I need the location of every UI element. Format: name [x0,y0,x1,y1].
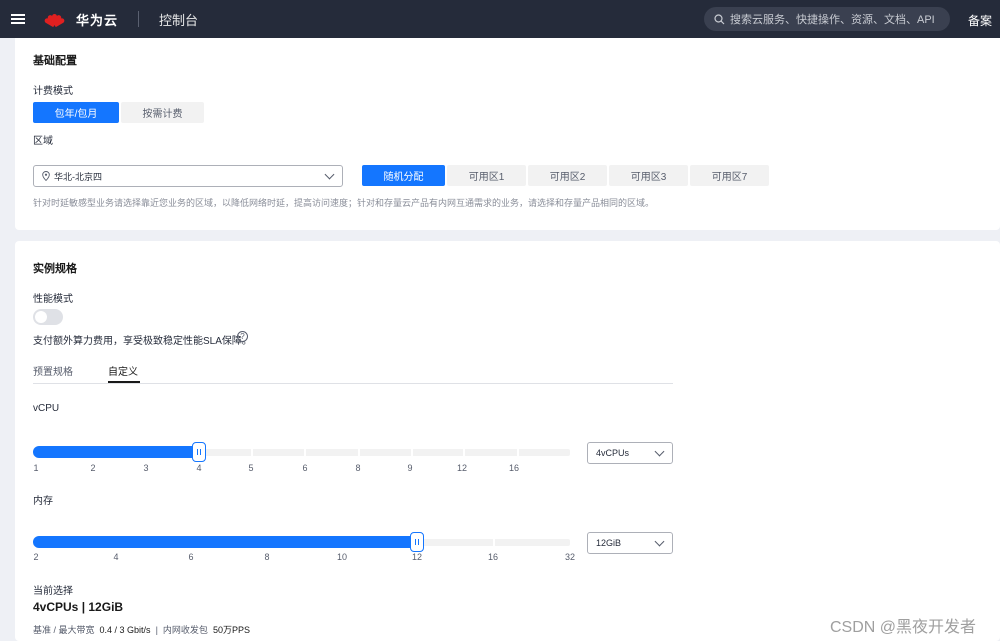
huawei-logo-icon [43,11,66,28]
vcpu-tick-label: 2 [90,463,96,473]
current-selection-value: 4vCPUs | 12GiB [33,600,124,614]
az-random-button[interactable]: 随机分配 [362,165,445,186]
memory-tick-label: 6 [188,552,194,562]
section-title-basic: 基础配置 [33,55,77,67]
vcpu-slider-segment-divider [411,449,413,456]
vcpu-select[interactable]: 4vCPUs [587,442,673,464]
memory-slider-segment-divider [493,539,495,546]
huawei-cloud-logo[interactable]: 华为云 [43,10,119,29]
performance-mode-toggle[interactable] [33,309,63,325]
performance-mode-label: 性能模式 [33,294,73,305]
location-pin-icon [42,171,50,181]
beian-link[interactable]: 备案 [968,12,992,29]
performance-mode-desc: 支付额外算力费用，享受极致稳定性能SLA保障。 [33,336,252,347]
vcpu-slider-segment-divider [304,449,306,456]
vcpu-tick-label: 8 [355,463,361,473]
global-search-input[interactable]: 搜索云服务、快捷操作、资源、文档、API [704,7,950,31]
memory-tick-label: 10 [336,552,348,562]
tab-divider [33,383,673,384]
tab-custom[interactable]: 自定义 [108,363,138,378]
az-3-button[interactable]: 可用区3 [609,165,688,186]
brand-name: 华为云 [76,12,119,28]
search-icon [714,13,725,24]
vcpu-slider-fill [33,446,201,458]
memory-label: 内存 [33,496,53,507]
search-placeholder: 搜索云服务、快捷操作、资源、文档、API [730,14,935,26]
vcpu-slider-handle[interactable] [192,442,206,462]
vcpu-slider-segment-divider [463,449,465,456]
bandwidth-label: 基准 / 最大带宽 [33,625,95,635]
header-divider [138,11,140,27]
vcpu-tick-label: 5 [248,463,254,473]
current-selection-label: 当前选择 [33,586,73,597]
top-navigation-bar: 华为云 控制台 搜索云服务、快捷操作、资源、文档、API 备案 [0,0,1000,38]
billing-yearly-monthly-button[interactable]: 包年/包月 [33,102,119,123]
memory-select-value: 12GiB [596,538,622,548]
az-7-button[interactable]: 可用区7 [690,165,769,186]
region-label: 区域 [33,136,53,147]
vcpu-slider-segment-divider [251,449,253,456]
chevron-down-icon [324,169,335,180]
vcpu-tick-label: 3 [143,463,149,473]
vcpu-tick-label: 4 [196,463,202,473]
vcpu-tick-label: 6 [302,463,308,473]
vcpu-slider-segment-divider [358,449,360,456]
vcpu-tick-label: 12 [456,463,468,473]
memory-slider-handle[interactable] [410,532,424,552]
az-2-button[interactable]: 可用区2 [528,165,607,186]
memory-tick-label: 2 [33,552,39,562]
console-link[interactable]: 控制台 [159,10,198,29]
memory-slider-fill [33,536,423,548]
menu-icon[interactable] [0,0,36,38]
basic-config-card: 基础配置 计费模式 包年/包月 按需计费 区域 华北-北京四 随机分配 可用区1… [15,38,1000,230]
help-icon[interactable]: ? [237,331,248,342]
billing-pay-per-use-button[interactable]: 按需计费 [121,102,204,123]
tab-preset-spec[interactable]: 预置规格 [33,363,73,378]
pps-value: 50万PPS [212,625,250,635]
billing-mode-label: 计费模式 [33,86,73,97]
vcpu-slider-segment-divider [517,449,519,456]
memory-tick-label: 8 [264,552,270,562]
az-1-button[interactable]: 可用区1 [447,165,526,186]
vcpu-label: vCPU [33,403,60,414]
instance-spec-card: 实例规格 性能模式 支付额外算力费用，享受极致稳定性能SLA保障。 ? 预置规格… [15,241,1000,641]
watermark-text: CSDN @黑夜开发者 [830,619,977,636]
memory-tick-label: 32 [564,552,576,562]
vcpu-tick-label: 9 [407,463,413,473]
memory-tick-label: 12 [411,552,423,562]
region-select-value: 华北-北京四 [54,171,102,182]
memory-select[interactable]: 12GiB [587,532,673,554]
memory-tick-label: 16 [487,552,499,562]
vcpu-tick-label: 16 [508,463,520,473]
vcpu-tick-label: 1 [33,463,39,473]
chevron-down-icon [654,536,665,547]
region-select[interactable]: 华北-北京四 [33,165,343,187]
bandwidth-value: 0.4 / 3 Gbit/s [99,625,151,635]
pps-label: 内网收发包 [162,625,208,635]
bandwidth-info: 基准 / 最大带宽 0.4 / 3 Gbit/s | 内网收发包 50万PPS [33,625,250,635]
region-hint-text: 针对时延敏感型业务请选择靠近您业务的区域，以降低网络时延，提高访问速度；针对和存… [33,198,655,208]
memory-tick-label: 4 [113,552,119,562]
chevron-down-icon [654,446,665,457]
section-title-spec: 实例规格 [33,263,77,275]
vcpu-select-value: 4vCPUs [596,448,630,458]
